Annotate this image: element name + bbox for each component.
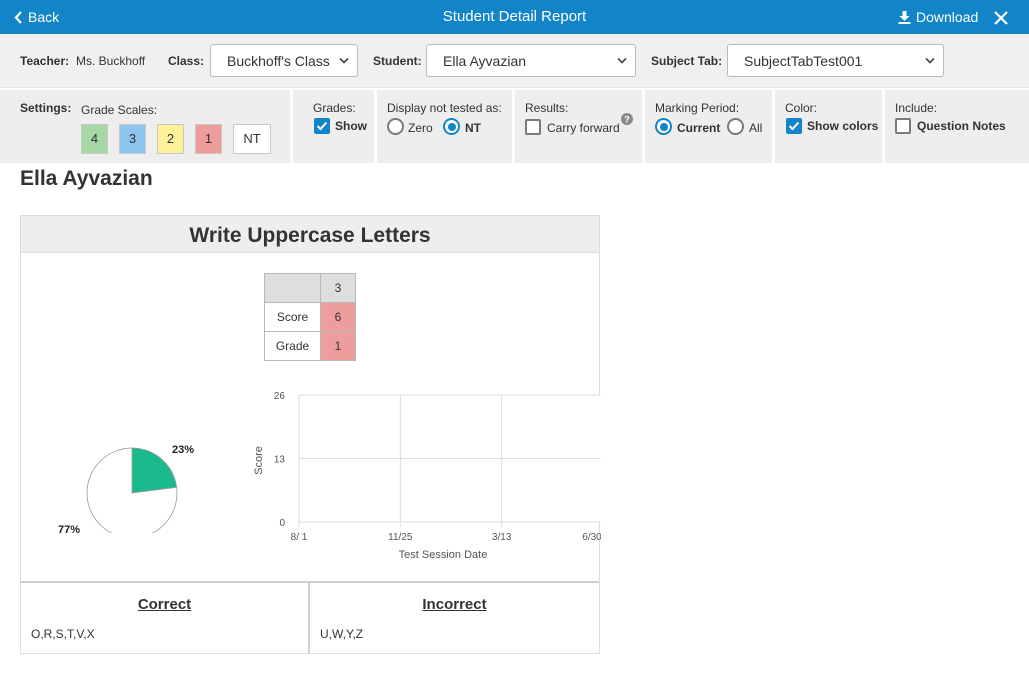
class-select[interactable]: Buckhoff's Class	[210, 44, 358, 77]
results-label: Results:	[525, 101, 569, 115]
settings-label: Settings:	[20, 101, 72, 115]
x-tick-label: 6/30	[582, 532, 601, 543]
display-not-tested-section: Display not tested as: Zero NT	[377, 90, 515, 163]
teacher-name: Ms. Buckhoff	[76, 54, 146, 68]
include-section: Include: Question Notes	[885, 90, 1029, 163]
all-radio-label: All	[749, 121, 763, 135]
grade-scale-3: 3	[119, 124, 146, 154]
skill-title: Write Uppercase Letters	[21, 216, 599, 252]
grade-scale-1: 1	[195, 124, 222, 154]
download-icon	[898, 10, 911, 24]
show-colors-checkbox[interactable]	[786, 118, 802, 134]
x-tick-label: 11/25	[388, 532, 413, 543]
pie-slice-label: 23%	[172, 444, 194, 456]
score-value: 6	[320, 302, 356, 332]
marking-period-label: Marking Period:	[655, 101, 740, 115]
skill-card-body: 3 Score 6 Grade 1 23% 77% 0 13 26 8/ 1 11/25 3…	[21, 252, 601, 581]
y-tick-label: 13	[274, 455, 286, 466]
current-radio[interactable]	[655, 118, 672, 135]
selector-row: Teacher: Ms. Buckhoff Class: Buckhoff's …	[0, 34, 1029, 88]
class-select-value: Buckhoff's Class	[227, 53, 330, 69]
student-select[interactable]: Ella Ayvazian	[426, 44, 636, 77]
all-radio[interactable]	[727, 118, 744, 135]
chevron-left-icon	[14, 10, 22, 24]
student-name-heading: Ella Ayvazian	[20, 167, 153, 190]
x-tick-label: 8/ 1	[291, 532, 308, 543]
teacher-label: Teacher:	[20, 54, 70, 68]
y-tick-label: 0	[279, 518, 285, 529]
class-label: Class:	[168, 54, 205, 68]
grade-scale-4: 4	[81, 124, 108, 154]
chevron-down-icon	[617, 57, 627, 64]
svg-text:?: ?	[624, 115, 630, 125]
nt-radio-label: NT	[465, 121, 481, 135]
show-colors-label: Show colors	[807, 119, 879, 133]
grades-show-label: Show	[335, 119, 367, 133]
grade-row-label: Grade	[264, 331, 321, 361]
chevron-down-icon	[925, 57, 935, 64]
check-icon	[316, 121, 328, 131]
grade-scales-label: Grade Scales:	[81, 103, 158, 117]
carry-forward-label: Carry forward	[547, 121, 620, 135]
include-label: Include:	[895, 101, 938, 115]
color-label: Color:	[785, 101, 818, 115]
results-section: Results: Carry forward ?	[515, 90, 645, 163]
score-row-label: Score	[264, 302, 321, 332]
back-label: Back	[28, 9, 60, 25]
grades-label: Grades:	[313, 101, 356, 115]
student-label: Student:	[373, 54, 422, 68]
table-corner-cell	[264, 273, 321, 303]
correct-panel: Correct O,R,S,T,V,X	[21, 581, 310, 653]
incorrect-values: U,W,Y,Z	[320, 627, 364, 641]
student-select-value: Ella Ayvazian	[443, 53, 527, 69]
page-title: Student Detail Report	[442, 8, 587, 25]
carry-forward-checkbox[interactable]	[525, 119, 541, 135]
grade-scale-2: 2	[157, 124, 184, 154]
y-tick-label: 26	[274, 391, 286, 402]
download-label: Download	[916, 9, 979, 25]
grades-show-checkbox[interactable]	[314, 118, 330, 134]
close-icon[interactable]	[993, 10, 1009, 26]
table-header-cell: 3	[320, 273, 356, 303]
marking-period-section: Marking Period: Current All	[645, 90, 775, 163]
x-axis-label: Test Session Date	[399, 549, 488, 561]
pie-slice-label: 77%	[58, 524, 80, 533]
chevron-down-icon	[339, 57, 349, 64]
y-axis-label: Score	[253, 446, 265, 475]
correct-title: Correct	[137, 596, 192, 613]
table-row: Score 6	[264, 302, 356, 332]
pie-slice	[131, 447, 178, 494]
subject-tab-select[interactable]: SubjectTabTest001	[727, 44, 944, 77]
incorrect-title: Incorrect	[422, 596, 487, 613]
pie-chart: 23% 77%	[58, 444, 194, 533]
table-row: Grade 1	[264, 331, 356, 361]
back-button[interactable]: Back	[14, 9, 59, 25]
title-bar: Back Student Detail Report Download	[0, 0, 1029, 34]
grade-scale-nt: NT	[233, 124, 271, 154]
nt-radio[interactable]	[443, 118, 460, 135]
subject-tab-select-value: SubjectTabTest001	[744, 53, 863, 69]
subject-tab-label: Subject Tab:	[651, 54, 723, 68]
table-row: 3	[264, 273, 356, 303]
grade-value: 1	[320, 331, 356, 361]
current-radio-label: Current	[677, 121, 721, 135]
line-chart: 0 13 26 8/ 1 11/25 3/13 6/30 Test Session Date S…	[253, 391, 601, 561]
zero-radio[interactable]	[387, 118, 404, 135]
x-tick-label: 3/13	[492, 532, 512, 543]
help-icon[interactable]: ?	[621, 113, 633, 125]
question-notes-checkbox[interactable]	[895, 118, 911, 134]
settings-panel: Settings: Grade Scales: 4 3 2 1 NT Grade…	[0, 90, 1029, 163]
question-notes-label: Question Notes	[917, 119, 1006, 133]
incorrect-panel: Incorrect U,W,Y,Z	[310, 581, 599, 653]
grade-scales-section: Settings: Grade Scales: 4 3 2 1 NT	[0, 90, 293, 163]
score-table: 3 Score 6 Grade 1	[264, 273, 356, 361]
download-button[interactable]: Download	[898, 9, 978, 25]
color-section: Color: Show colors	[775, 90, 885, 163]
zero-radio-label: Zero	[408, 121, 433, 135]
correct-values: O,R,S,T,V,X	[31, 627, 95, 641]
skill-card: Write Uppercase Letters 3 Score 6 Grade …	[20, 215, 601, 654]
check-icon	[788, 121, 800, 131]
grades-section: Grades: Show	[293, 90, 377, 163]
display-not-tested-label: Display not tested as:	[387, 101, 502, 115]
